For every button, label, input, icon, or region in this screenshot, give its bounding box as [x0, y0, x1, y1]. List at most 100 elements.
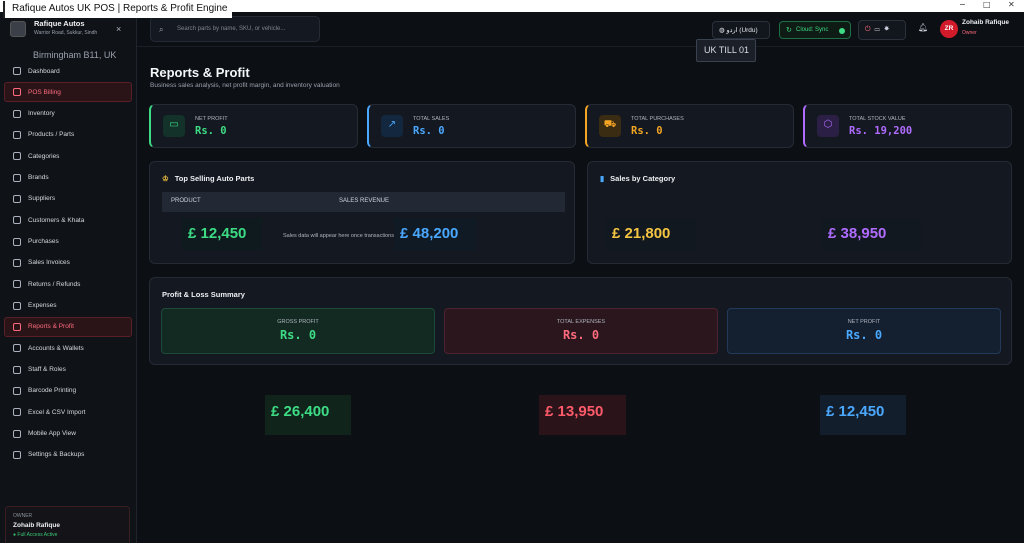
minimize-button[interactable]: −: [959, 0, 966, 9]
panel-title: ♔ Top Selling Auto Parts: [162, 174, 255, 183]
money-icon: ▭: [163, 115, 185, 137]
sidebar-item-import[interactable]: Excel & CSV Import: [4, 402, 132, 422]
receipt-icon: [13, 258, 21, 267]
location-label: Birmingham B11, UK: [33, 50, 117, 60]
sidebar-item-inventory[interactable]: Inventory: [4, 104, 132, 124]
close-sidebar-icon[interactable]: ×: [116, 24, 121, 34]
sidebar-item-settings[interactable]: Settings & Backups: [4, 445, 132, 465]
sidebar-item-customers[interactable]: Customers & Khata: [4, 210, 132, 230]
import-icon: [13, 408, 21, 417]
owner-status: ● Full Access Active: [13, 532, 58, 538]
gross-profit-label: GROSS PROFIT: [277, 319, 319, 325]
card-label: TOTAL STOCK VALUE: [849, 116, 906, 122]
search-input[interactable]: ⌕ Search parts by name, SKU, or vehicle.…: [150, 16, 320, 42]
owner-name: Zohaib Rafique: [13, 522, 60, 529]
gross-profit-box: GROSS PROFIT Rs. 0: [161, 308, 435, 354]
owner-card: OWNER Zohaib Rafique ● Full Access Activ…: [5, 506, 130, 543]
total-expenses-label: TOTAL EXPENSES: [556, 319, 606, 325]
till-tooltip: UK TILL 01: [696, 39, 756, 62]
brand: Rafique Autos Warrior Road, Sukkur, Sind…: [6, 18, 131, 50]
cloud-sync-button[interactable]: ↻ Cloud: Sync: [779, 21, 851, 39]
card-value: Rs. 0: [631, 125, 663, 137]
grid-icon: [13, 67, 21, 75]
sun-icon[interactable]: ☀: [884, 26, 894, 33]
card-value: Rs. 19,200: [849, 125, 913, 137]
chart-icon: [13, 322, 21, 331]
col-revenue: SALES REVENUE: [339, 198, 390, 204]
net-profit-card: ▭ NET PROFIT Rs. 0: [149, 104, 358, 148]
card-value: Rs. 0: [195, 125, 227, 137]
close-window-button[interactable]: ✕: [1008, 0, 1015, 9]
search-placeholder: Search parts by name, SKU, or vehicle...: [177, 26, 286, 32]
brand-icon: [13, 173, 21, 182]
sidebar-item-dashboard[interactable]: Dashboard: [4, 61, 132, 81]
total-expenses-value: Rs. 0: [562, 328, 600, 342]
award-icon: ♔: [162, 174, 169, 183]
card-value: Rs. 0: [413, 125, 445, 137]
sidebar-nav: Dashboard POS Billing Inventory Products…: [4, 61, 132, 466]
bar-chart-icon: ▮: [600, 174, 605, 183]
sidebar-item-sales-invoices[interactable]: Sales Invoices: [4, 253, 132, 273]
barcode-icon: [13, 386, 21, 395]
sidebar-item-products[interactable]: Products / Parts: [4, 125, 132, 145]
overlay-value: £ 38,950: [822, 218, 921, 250]
overlay-value: £ 12,450: [182, 218, 262, 250]
brand-logo: [10, 21, 26, 37]
avatar[interactable]: ZR: [940, 20, 958, 38]
truck-icon: [13, 194, 21, 203]
power-icon[interactable]: ⏻: [865, 26, 875, 33]
overlay-value: £ 21,800: [606, 218, 696, 250]
return-icon: [13, 280, 21, 289]
language-button[interactable]: ◍ اردو (Urdu): [712, 21, 770, 39]
maximize-button[interactable]: □: [983, 0, 991, 9]
bottom-value: £ 12,450: [820, 395, 906, 435]
sidebar-item-mobile[interactable]: Mobile App View: [4, 424, 132, 444]
empty-message: Sales data will appear here once transac…: [283, 233, 398, 239]
bell-icon[interactable]: 🔔︎: [918, 23, 928, 32]
sidebar-item-suppliers[interactable]: Suppliers: [4, 189, 132, 209]
cube-icon: ⬡: [817, 115, 839, 137]
table-header: PRODUCT SALES REVENUE: [162, 192, 565, 212]
box-icon: [13, 109, 21, 118]
sidebar-item-pos-billing[interactable]: POS Billing: [4, 82, 132, 103]
sidebar-item-categories[interactable]: Categories: [4, 146, 132, 166]
staff-icon: [13, 365, 21, 374]
total-expenses-box: TOTAL EXPENSES Rs. 0: [444, 308, 718, 354]
panel-title: ▮ Sales by Category: [600, 174, 676, 183]
cart-icon: ⛟: [599, 115, 621, 137]
clipboard-icon: [13, 237, 21, 246]
sidebar-item-reports[interactable]: Reports & Profit: [4, 316, 132, 337]
gross-profit-value: Rs. 0: [279, 328, 317, 342]
monitor-icon[interactable]: ▭: [875, 26, 884, 33]
tag-icon: [13, 152, 21, 161]
bottom-value: £ 26,400: [265, 395, 351, 435]
owner-role: OWNER: [13, 513, 33, 519]
refresh-icon: ↻: [786, 27, 792, 34]
sidebar-item-brands[interactable]: Brands: [4, 168, 132, 188]
sync-status-dot: [839, 28, 845, 34]
sidebar-item-barcode[interactable]: Barcode Printing: [4, 381, 132, 401]
cart-icon: [13, 88, 21, 97]
card-label: TOTAL PURCHASES: [631, 116, 684, 122]
account-icon: [13, 344, 21, 353]
net-profit-box: NET PROFIT Rs. 0: [727, 308, 1001, 354]
sidebar-item-returns[interactable]: Returns / Refunds: [4, 274, 132, 294]
panel-title: Profit & Loss Summary: [162, 290, 245, 299]
brand-address: Warrior Road, Sukkur, Sindh: [34, 30, 98, 36]
user-name: Zohaib Rafique: [962, 19, 1009, 26]
sidebar-item-expenses[interactable]: Expenses: [4, 296, 132, 316]
sidebar-item-purchases[interactable]: Purchases: [4, 232, 132, 252]
sidebar-item-staff[interactable]: Staff & Roles: [4, 360, 132, 380]
mobile-icon: [13, 429, 21, 438]
stock-value-card: ⬡ TOTAL STOCK VALUE Rs. 19,200: [803, 104, 1012, 148]
trend-up-icon: ↗: [381, 115, 403, 137]
sidebar-item-accounts[interactable]: Accounts & Wallets: [4, 338, 132, 358]
profit-loss-panel: Profit & Loss Summary GROSS PROFIT Rs. 0…: [149, 277, 1012, 365]
card-label: NET PROFIT: [195, 116, 228, 122]
brand-name: Rafique Autos: [34, 19, 85, 28]
user-role: Owner: [962, 30, 977, 36]
settings-icon: [13, 450, 21, 459]
sidebar: Rafique Autos Warrior Road, Sukkur, Sind…: [0, 12, 137, 543]
net-profit-value: Rs. 0: [845, 328, 883, 342]
topbar: ⌕ Search parts by name, SKU, or vehicle.…: [137, 12, 1024, 47]
